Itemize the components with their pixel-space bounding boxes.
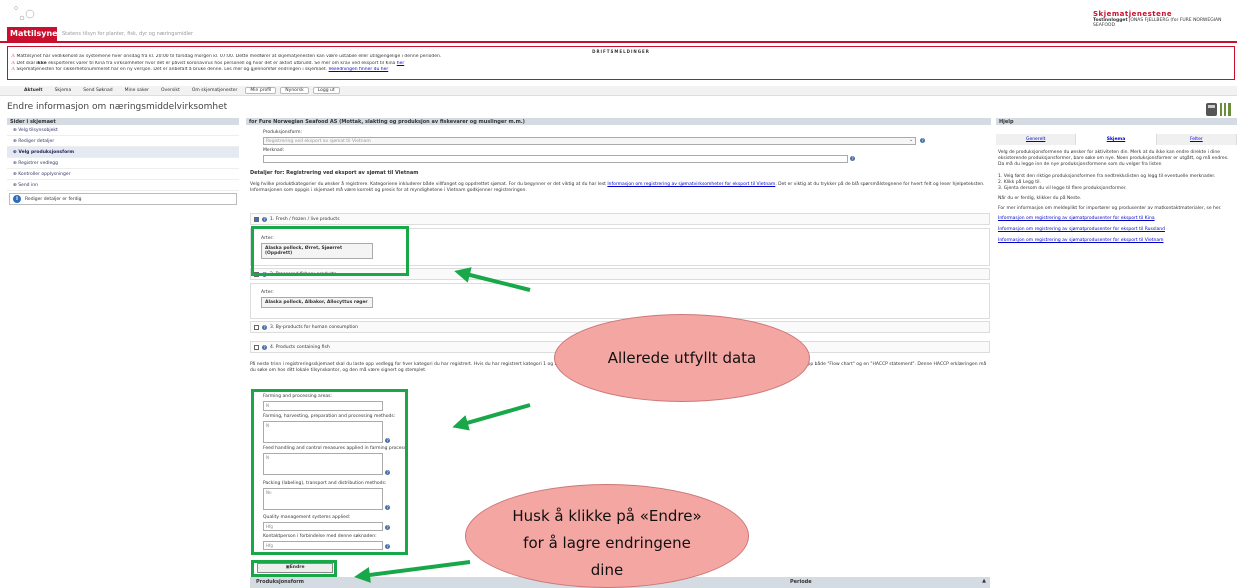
nav-min-profil[interactable]: Min profil: [245, 87, 277, 94]
page-title: Endre informasjon om næringsmiddelvirkso…: [7, 102, 228, 112]
remarks-label: Merknad:: [263, 148, 285, 153]
alert-box: DRIFTSMELDINGER ⚠ Mattilsynet har vedlik…: [7, 46, 1235, 80]
warning-icon: ⚠: [11, 60, 16, 66]
info-icon: i: [13, 195, 21, 203]
header-divider: [0, 41, 1237, 43]
nav-oversikt[interactable]: Oversikt: [157, 88, 184, 93]
nav-om-skjematjenester[interactable]: Om skjematjenester: [188, 88, 242, 93]
details-title: Detaljer for: Registrering ved eksport a…: [250, 170, 419, 176]
help-icon[interactable]: ?: [262, 216, 267, 222]
nav-send-soknad[interactable]: Send Søknad: [79, 88, 116, 93]
nav-logg-ut[interactable]: Logg ut: [312, 87, 340, 94]
callout-filled-data: Allerede utfyllt data: [554, 314, 810, 402]
sidebar-item-rediger-detaljer[interactable]: ⊕ Rediger detaljer: [7, 136, 239, 147]
help-header: Hjelp: [996, 118, 1237, 125]
help-link-russland[interactable]: Informasjon om registrering av sjømatpro…: [998, 227, 1234, 233]
help-link-kina[interactable]: Informasjon om registrering av sjømatpro…: [998, 216, 1234, 222]
help-icon[interactable]: ?: [262, 344, 267, 350]
nav-skjema[interactable]: Skjema: [51, 88, 76, 93]
alert-line-3: Skjematjenesten for sikkerhetsnummeret h…: [16, 67, 328, 72]
sidebar: Sider i skjemaet ⊕ Velg tilsynsobjekt ⊕ …: [7, 118, 239, 588]
help-text-2: Når du er ferdig, klikker du på Neste.: [998, 196, 1082, 201]
mattilsynet-logo[interactable]: Mattilsynet: [7, 27, 61, 41]
nav-mine-saker[interactable]: Mine saker: [121, 88, 153, 93]
help-panel: Hjelp Generelt Skjema Felter Velg de pro…: [996, 118, 1237, 588]
sort-up-icon[interactable]: ▲: [982, 578, 986, 584]
production-select[interactable]: Registrering ved eksport av sjømat til V…: [263, 137, 916, 145]
category-1-checkbox[interactable]: [254, 216, 259, 222]
nav-nynorsk[interactable]: Nynorsk: [280, 87, 309, 94]
remarks-input[interactable]: [263, 155, 848, 163]
intro-text: Velg hvilke produktkategorier du ønsker …: [250, 182, 985, 193]
nav-aktuelt[interactable]: Aktuelt: [20, 88, 47, 93]
warning-icon: ⚠: [11, 67, 16, 72]
callout-remember-endre: Husk å klikke på «Endre» for å lagre end…: [465, 484, 749, 588]
tab-generelt[interactable]: Generelt: [996, 134, 1077, 145]
help-icon[interactable]: ?: [850, 156, 855, 161]
arter-2-box: Arter: Alaska pollock, Albakor, Allocytt…: [250, 283, 990, 319]
highlight-arter-box: [251, 226, 409, 276]
sidebar-item-send-inn[interactable]: ⊕ Send inn: [7, 180, 239, 191]
highlight-endre-box: [251, 560, 337, 577]
brand-block: Skjematjenestene Tostinnlogget JONAS FJE…: [1093, 10, 1233, 28]
slogan: Statens tilsyn for planter, fisk, dyr og…: [62, 31, 194, 37]
tab-skjema[interactable]: Skjema: [1076, 134, 1157, 145]
help-step-3: 3. Gjenta dersom du vil legge til flere …: [998, 186, 1127, 191]
highlight-fields-box: [251, 389, 408, 555]
sidebar-item-registrer-vedlegg[interactable]: ⊕ Registrer vedlegg: [7, 158, 239, 169]
sidebar-info-text: Rediger detaljer er ferdig: [25, 196, 82, 202]
top-bar: Skjematjenestene Tostinnlogget JONAS FJE…: [0, 0, 1237, 28]
print-tools-icon[interactable]: [1205, 101, 1233, 117]
alert-kina-link[interactable]: her: [397, 61, 404, 66]
chevron-down-icon: ⌄: [909, 138, 913, 143]
help-icon[interactable]: ?: [920, 138, 925, 143]
category-4-checkbox[interactable]: [254, 344, 259, 350]
table-col-periode: Periode: [790, 579, 812, 585]
category-1-row[interactable]: ? 1. Fresh / frozen / live products: [250, 213, 990, 225]
service-name: Skjematjenestene: [1093, 10, 1173, 18]
sidebar-item-velg-tilsynsobjekt[interactable]: ⊕ Velg tilsynsobjekt: [7, 125, 239, 136]
production-label: Produksjonsform:: [263, 130, 303, 135]
table-col-produksjonsform: Produksjonsform: [256, 579, 304, 585]
vietnam-info-link[interactable]: Informasjon om registrering av sjømatvir…: [607, 182, 775, 187]
logo-bubbles-icon: [14, 6, 35, 21]
main-nav: Aktuelt Skjema Send Søknad Mine saker Ov…: [0, 86, 1237, 96]
arter-2-select[interactable]: Alaska pollock, Albakor, Allocyttus røge…: [261, 297, 373, 308]
alert-line-1: Mattilsynet har vedlikehold av systemene…: [16, 54, 442, 59]
form-header: for Fure Norwegian Seafood AS (Mottak, s…: [246, 118, 991, 125]
sidebar-info-box: i Rediger detaljer er ferdig: [9, 193, 237, 205]
help-text-3: For mer informasjon om meldeplikt for im…: [998, 206, 1222, 211]
category-3-checkbox[interactable]: [254, 324, 259, 330]
help-tabs: Generelt Skjema Felter: [996, 134, 1237, 145]
tab-felter[interactable]: Felter: [1156, 134, 1237, 145]
help-text-1: Velg de produksjonsformene du ønsker for…: [998, 150, 1229, 167]
help-icon[interactable]: ?: [262, 324, 267, 330]
help-link-vietnam[interactable]: Informasjon om registrering av sjømatpro…: [998, 238, 1234, 244]
sidebar-header: Sider i skjemaet: [7, 118, 239, 125]
sidebar-item-kontroller[interactable]: ⊕ Kontroller opplysninger: [7, 169, 239, 180]
alert-guide-link[interactable]: Veiledningen finner du her: [329, 67, 389, 72]
warning-icon: ⚠: [11, 54, 16, 59]
sidebar-item-velg-produksjonsform[interactable]: ⊕ Velg produksjonsform: [7, 147, 239, 158]
